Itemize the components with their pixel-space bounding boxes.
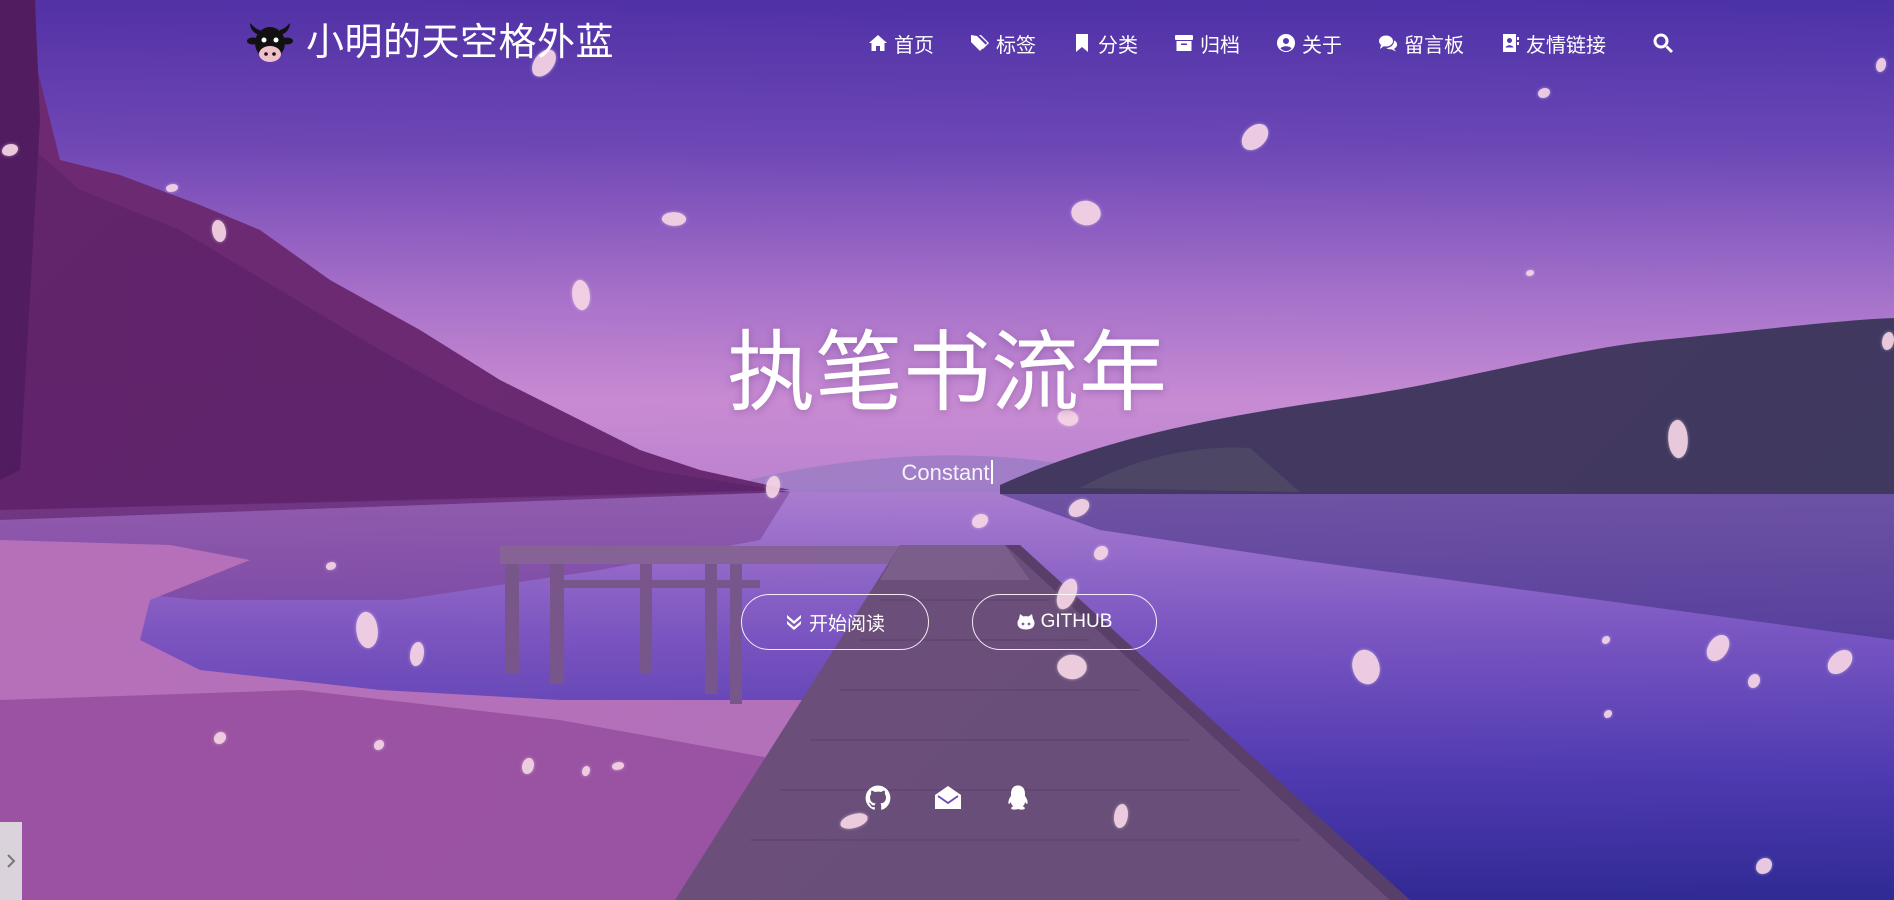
typing-cursor	[990, 460, 993, 484]
nav-item-label: 关于	[1302, 34, 1342, 57]
nav-item-friend-links[interactable]: 友情链接	[1500, 29, 1606, 58]
start-reading-label: 开始阅读	[808, 613, 885, 635]
home-icon	[869, 35, 887, 51]
site-title: 小明的天空格外蓝	[306, 22, 615, 64]
main-nav: 首页 标签 分类 归档 关于 留言板 友情链接	[868, 26, 1674, 60]
page: 小明的天空格外蓝 首页 标签 分类 归档 关于 留言板 友情链接 执笔书流年 C…	[0, 0, 1894, 900]
nav-item-about[interactable]: 关于	[1276, 29, 1342, 58]
envelope-open-icon	[935, 786, 961, 809]
address-book-icon	[1503, 34, 1519, 52]
archive-icon	[1175, 35, 1193, 51]
nav-item-label: 友情链接	[1526, 34, 1606, 57]
nav-item-label: 标签	[996, 34, 1036, 57]
nav-item-label: 留言板	[1404, 34, 1464, 57]
bookmark-icon	[1076, 34, 1088, 52]
nav-item-guestbook[interactable]: 留言板	[1378, 29, 1464, 58]
github-alt-icon	[1017, 614, 1035, 630]
github-label: GITHUB	[1040, 611, 1113, 632]
angle-double-down-icon	[786, 615, 801, 630]
github-link[interactable]	[864, 784, 892, 812]
qq-link[interactable]	[1004, 784, 1032, 812]
nav-item-label: 归档	[1200, 34, 1240, 57]
search-button[interactable]	[1652, 32, 1674, 54]
comments-icon	[1379, 35, 1398, 52]
nav-item-home[interactable]: 首页	[868, 29, 934, 58]
typed-subtitle: Constant	[0, 460, 1894, 486]
site-header: 小明的天空格外蓝 首页 标签 分类 归档 关于 留言板 友情链接	[0, 0, 1894, 86]
hero-title: 执笔书流年	[726, 321, 1167, 424]
nav-item-categories[interactable]: 分类	[1072, 29, 1138, 58]
typed-text: Constant	[901, 460, 990, 485]
start-reading-button[interactable]: 开始阅读	[741, 594, 929, 650]
background-landscape	[0, 0, 1894, 900]
nav-item-label: 首页	[894, 34, 934, 57]
github-button[interactable]: GITHUB	[972, 594, 1157, 650]
cow-icon	[247, 23, 293, 62]
tags-icon	[971, 35, 989, 51]
nav-item-tags[interactable]: 标签	[970, 29, 1036, 58]
email-link[interactable]	[934, 784, 962, 812]
github-icon	[865, 785, 891, 810]
sidebar-toggle-button[interactable]	[0, 822, 22, 900]
chevron-right-icon	[7, 854, 16, 868]
nav-item-label: 分类	[1098, 34, 1138, 57]
search-icon	[1653, 33, 1673, 53]
hero-buttons: 开始阅读 GITHUB	[741, 594, 1157, 650]
qq-icon	[1008, 785, 1028, 810]
nav-item-archive[interactable]: 归档	[1174, 29, 1240, 58]
brand[interactable]: 小明的天空格外蓝	[244, 16, 614, 70]
user-circle-icon	[1277, 34, 1296, 52]
social-links	[864, 784, 1044, 816]
